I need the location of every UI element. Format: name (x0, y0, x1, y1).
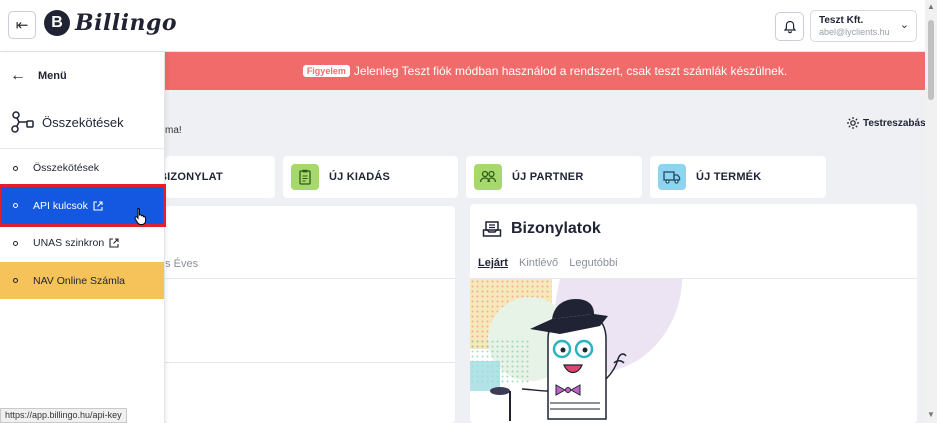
new-expense-card[interactable]: ÚJ KIADÁS (283, 156, 458, 198)
sidebar-item-label: API kulcsok (33, 199, 88, 212)
account-switcher[interactable]: Teszt Kft. abel@lyclients.hu ⌄ (810, 10, 917, 42)
collapse-sidebar-button[interactable]: ⇤ (8, 11, 36, 39)
bell-icon (783, 20, 796, 33)
sidebar-item-nav-online[interactable]: NAV Online Számla (0, 262, 164, 299)
quick-action-label: ÚJ TERMÉK (696, 171, 762, 183)
menu-label: Menü (38, 70, 67, 82)
divider (165, 278, 455, 279)
quick-action-label: ÚJ PARTNER (512, 171, 584, 183)
documents-title-text: Bizonylatok (511, 220, 601, 237)
external-link-icon (93, 200, 103, 211)
menu-back-button[interactable]: ← Menü (10, 67, 67, 85)
bullet-icon (13, 278, 18, 283)
connections-icon (11, 111, 34, 133)
hand-cursor-icon (134, 207, 147, 225)
arrow-left-icon: ← (10, 67, 26, 84)
mascot-illustration (470, 279, 682, 421)
scroll-thumb[interactable] (928, 20, 934, 100)
external-link-icon (109, 238, 119, 248)
gear-icon (847, 117, 859, 129)
logo[interactable]: B Billingo (44, 10, 177, 36)
sidebar-item-label: UNAS szinkron (33, 237, 105, 249)
greeting-text: ma! (165, 125, 182, 136)
bullet-icon (13, 165, 18, 171)
divider (0, 148, 165, 149)
test-mode-banner: Figyelem Jelenleg Teszt fiók módban hasz… (165, 52, 925, 90)
sidebar-item-connections[interactable]: Összekötések (0, 150, 164, 186)
documents-title: Bizonylatok (482, 220, 601, 238)
sidebar-item-label: NAV Online Számla (33, 274, 126, 287)
bullet-icon (13, 203, 18, 208)
scroll-up-arrow-icon[interactable]: ▲ (927, 2, 935, 11)
account-email: abel@lyclients.hu (819, 27, 890, 37)
section-title-text: Összekötések (42, 114, 124, 130)
chevron-down-icon: ⌄ (899, 19, 909, 31)
page-scrollbar[interactable]: ▲ ▼ (925, 0, 937, 423)
sidebar-item-label: Összekötések (33, 162, 99, 174)
truck-icon (658, 164, 686, 190)
new-product-card[interactable]: ÚJ TERMÉK (650, 156, 826, 198)
documents-stack-icon (482, 221, 502, 237)
customize-button[interactable]: Testreszabás (846, 116, 926, 130)
collapse-icon: ⇤ (15, 17, 29, 34)
documents-panel: Bizonylatok Lejárt Kintlévő Legutóbbi (470, 204, 917, 423)
customize-label: Testreszabás (863, 117, 926, 129)
summary-panel: es Éves (159, 206, 455, 423)
tab-recent[interactable]: Legutóbbi (569, 257, 617, 269)
documents-tabs: Lejárt Kintlévő Legutóbbi (478, 257, 626, 269)
tab-outstanding[interactable]: Kintlévő (519, 257, 558, 269)
quick-action-label: ÚJ KIADÁS (329, 171, 391, 183)
new-document-card[interactable]: BIZONYLAT (159, 156, 275, 198)
bullet-icon (13, 240, 18, 246)
clipboard-icon (291, 164, 319, 190)
new-partner-card[interactable]: ÚJ PARTNER (466, 156, 642, 198)
tab-overdue[interactable]: Lejárt (478, 257, 508, 269)
sidebar-section-title: Összekötések (10, 110, 124, 134)
logo-mark: B (44, 10, 70, 36)
scroll-down-arrow-icon[interactable]: ▼ (927, 410, 935, 419)
quick-action-label: BIZONYLAT (159, 171, 223, 183)
notifications-button[interactable] (775, 12, 804, 41)
sidebar-item-unas-sync[interactable]: UNAS szinkron (0, 225, 164, 261)
partners-icon (474, 164, 502, 190)
account-name: Teszt Kft. (819, 15, 864, 26)
warning-badge: Figyelem (302, 65, 350, 77)
logo-text: Billingo (75, 10, 178, 36)
sidebar: ← Menü Összekötések Összekötések API kul… (0, 52, 166, 423)
status-url-preview: https://app.billingo.hu/api-key (0, 408, 127, 423)
divider (165, 362, 455, 363)
banner-message: Jelenleg Teszt fiók módban használod a r… (353, 64, 788, 78)
top-bar: ⇤ B Billingo Teszt Kft. abel@lyclients.h… (0, 0, 925, 52)
